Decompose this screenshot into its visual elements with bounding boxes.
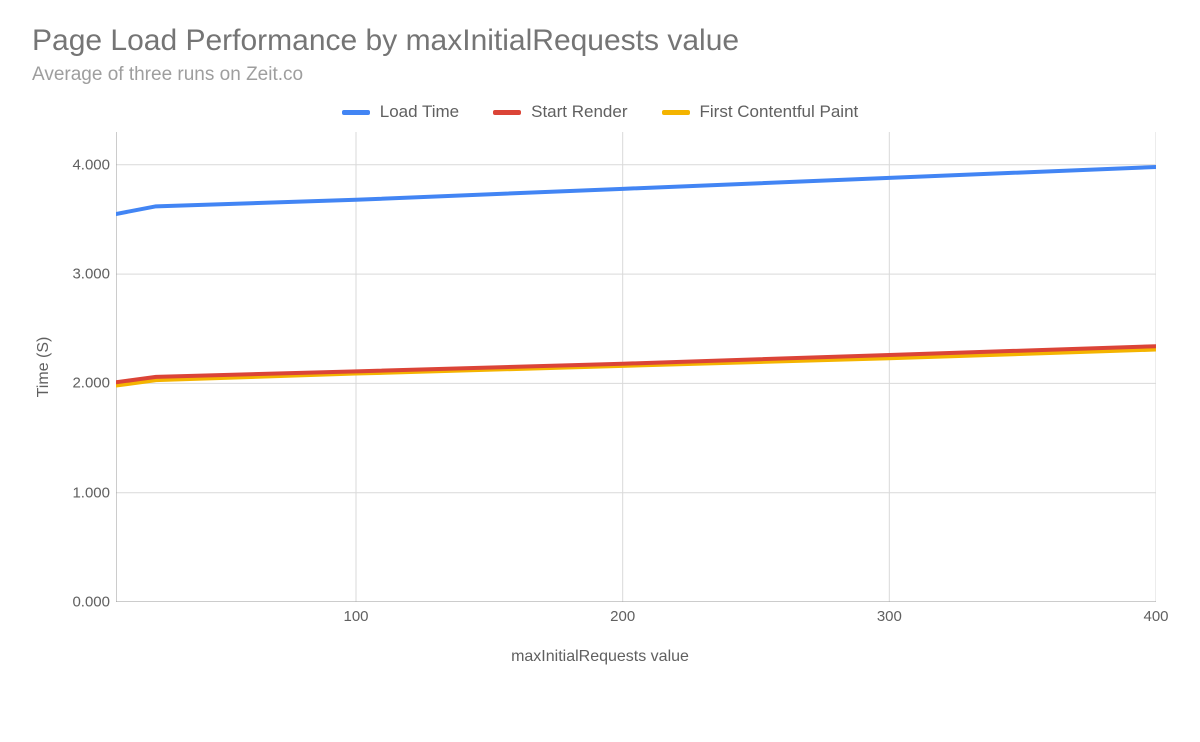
- chart-container: Page Load Performance by maxInitialReque…: [0, 0, 1200, 742]
- plot-area: [116, 132, 1170, 602]
- legend-swatch: [662, 110, 690, 115]
- y-axis-title-wrap: Time (S): [30, 132, 58, 602]
- x-tick-label: 200: [610, 608, 635, 625]
- series-first-contentful-paint: [116, 350, 1156, 386]
- legend-swatch: [342, 110, 370, 115]
- x-tick-labels: 100 200 300 400: [116, 602, 1170, 630]
- legend-swatch: [493, 110, 521, 115]
- x-tick-label: 400: [1143, 608, 1168, 625]
- legend: Load Time Start Render First Contentful …: [30, 102, 1170, 122]
- x-axis-title: maxInitialRequests value: [30, 648, 1170, 666]
- y-tick-label: 4.000: [72, 156, 110, 173]
- series-load-time: [116, 167, 1156, 214]
- x-tick-label: 100: [343, 608, 368, 625]
- y-tick-label: 2.000: [72, 375, 110, 392]
- legend-label: First Contentful Paint: [700, 102, 859, 122]
- legend-item-first-contentful-paint: First Contentful Paint: [662, 102, 859, 122]
- legend-item-start-render: Start Render: [493, 102, 627, 122]
- x-tick-label: 300: [877, 608, 902, 625]
- legend-label: Load Time: [380, 102, 459, 122]
- y-tick-label: 3.000: [72, 266, 110, 283]
- plot-row: Time (S) 4.000 3.000 2.000 1.000 0.000: [30, 132, 1170, 602]
- y-tick-label: 1.000: [72, 484, 110, 501]
- legend-label: Start Render: [531, 102, 627, 122]
- legend-item-load-time: Load Time: [342, 102, 459, 122]
- chart-title: Page Load Performance by maxInitialReque…: [32, 24, 1170, 58]
- y-tick-label: 0.000: [72, 594, 110, 611]
- plot-svg: [116, 132, 1156, 602]
- y-tick-labels: 4.000 3.000 2.000 1.000 0.000: [58, 132, 116, 602]
- chart-subtitle: Average of three runs on Zeit.co: [32, 64, 1170, 86]
- y-axis-title: Time (S): [35, 337, 53, 398]
